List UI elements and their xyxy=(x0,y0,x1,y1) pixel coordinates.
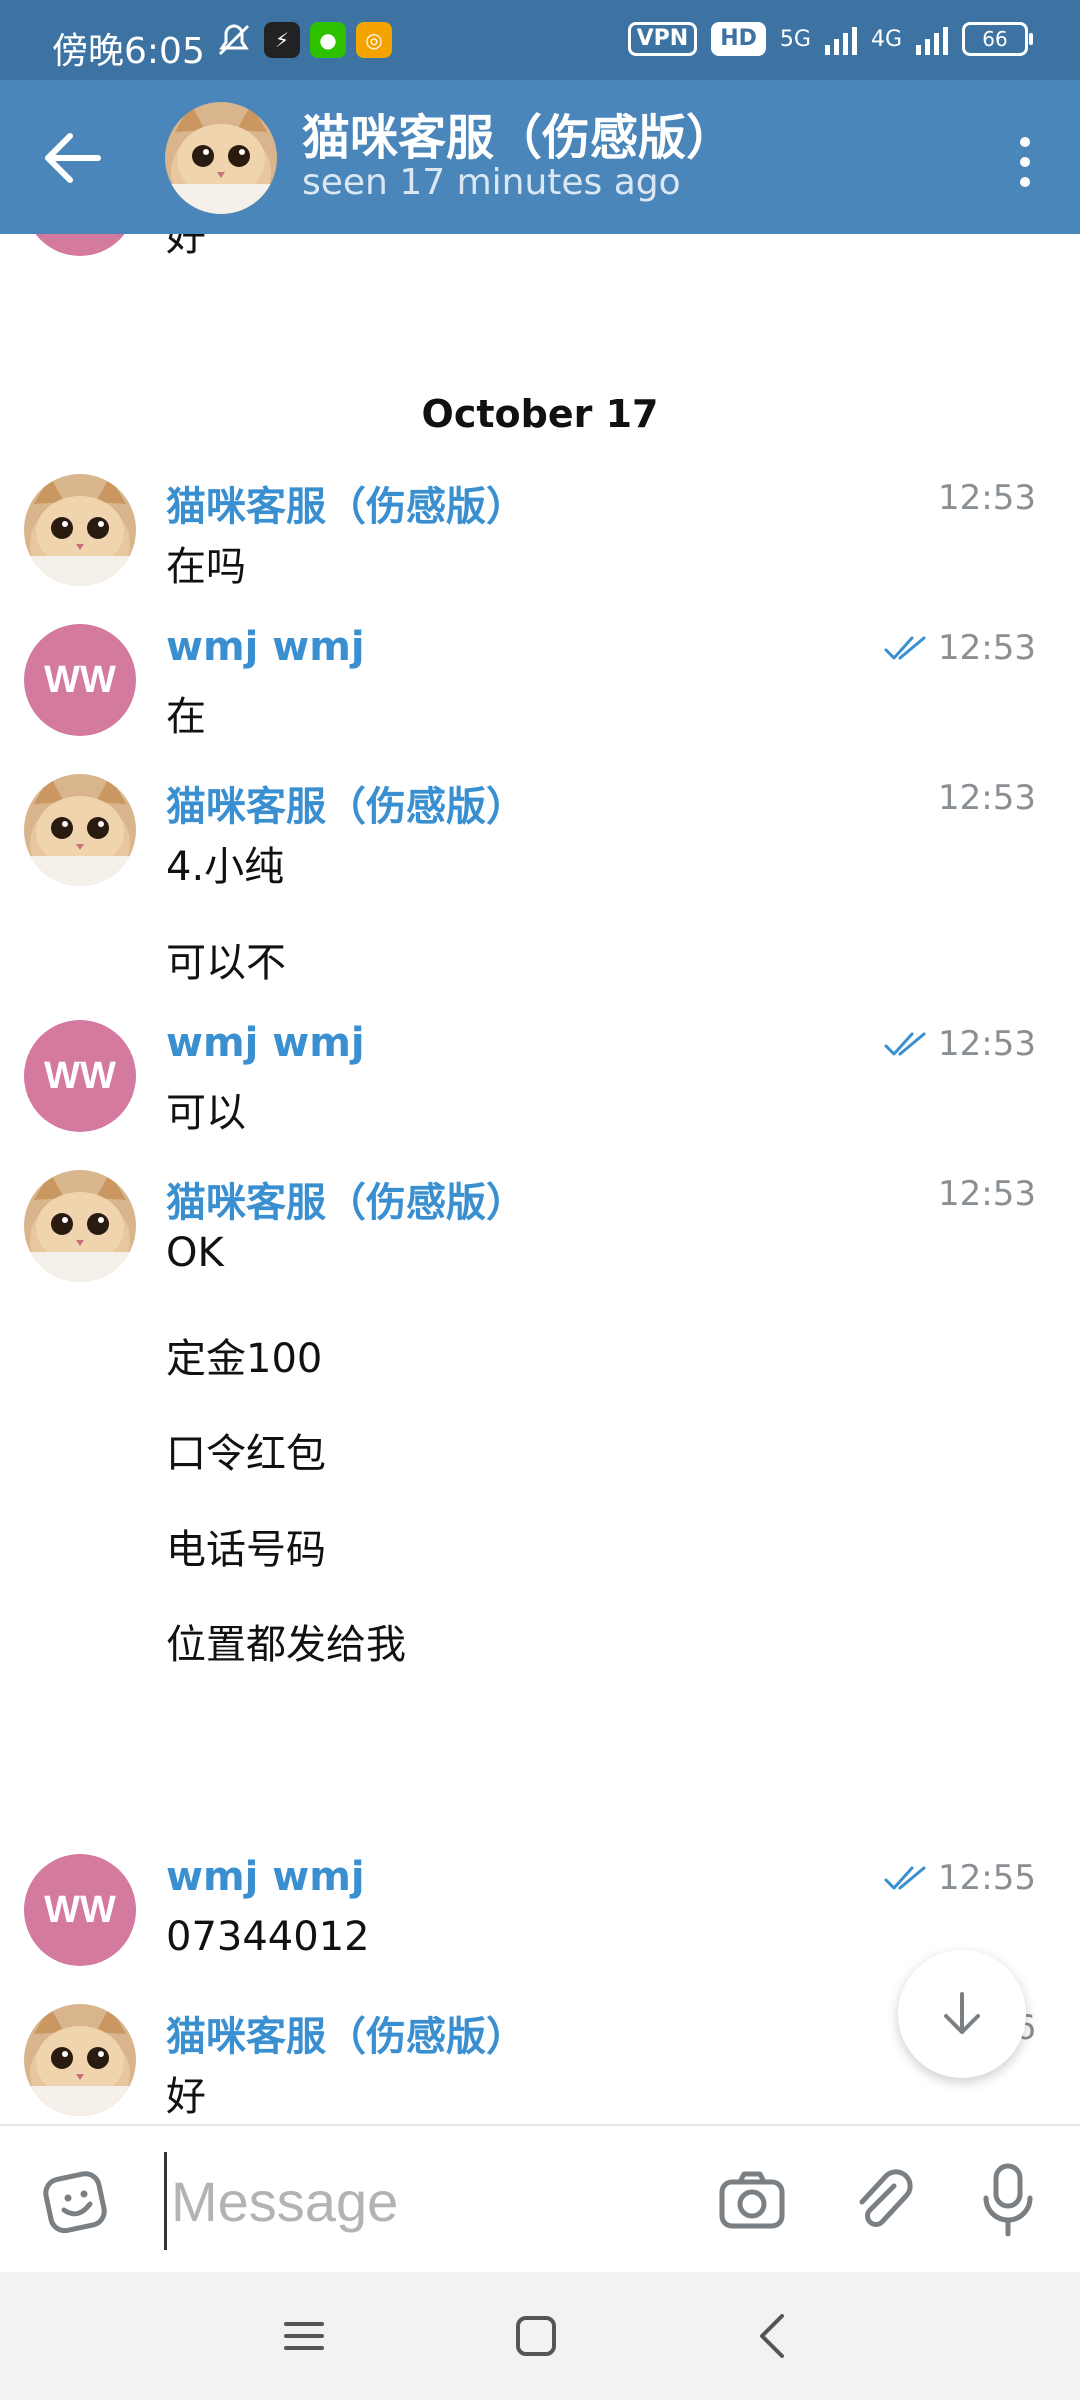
chat-title[interactable]: 猫咪客服（伤感版） xyxy=(302,98,734,168)
message-item[interactable]: 猫咪客服（伤感版） 12:53 在吗 xyxy=(0,474,1080,594)
message-sender[interactable]: 猫咪客服（伤感版） xyxy=(166,774,526,832)
date-separator: October 17 xyxy=(421,392,659,436)
message-sender[interactable]: 猫咪客服（伤感版） xyxy=(166,2004,526,2062)
message-text: 定金100 xyxy=(166,1336,323,1382)
message-sender[interactable]: 猫咪客服（伤感版） xyxy=(166,474,526,532)
message-input-bar xyxy=(0,2124,1080,2274)
message-meta: 12:53 xyxy=(938,1174,1036,1214)
message-item[interactable]: 猫咪客服（伤感版） 12:53 4.小纯可以不 xyxy=(0,774,1080,990)
double-check-icon xyxy=(884,636,926,660)
message-text: 好 xyxy=(166,234,206,260)
message-item[interactable]: 猫咪客服（伤感版） 12:53 OK 定金100 口令红包电话号码位置都发给我 xyxy=(0,1170,1080,1672)
message-text: 在吗 xyxy=(166,544,246,590)
status-right-icons: VPN HD 5G 4G 66 xyxy=(627,22,1033,56)
message-item[interactable]: WW wmj wmj 12:53 在 xyxy=(0,624,1080,744)
message-time: 12:53 xyxy=(938,778,1036,818)
microphone-icon[interactable] xyxy=(972,2160,1044,2240)
chat-last-seen: seen 17 minutes ago xyxy=(302,162,681,203)
message-time: 12:53 xyxy=(938,1024,1036,1064)
user-avatar[interactable]: WW xyxy=(24,1020,136,1132)
message-time: 12:55 xyxy=(938,1858,1036,1898)
message-time: 12:53 xyxy=(938,628,1036,668)
home-icon[interactable] xyxy=(512,2312,560,2360)
message-text: 电话号码 xyxy=(166,1527,326,1573)
mute-icon xyxy=(218,24,250,56)
message-sender[interactable]: 猫咪客服（伤感版） xyxy=(166,1170,526,1228)
message-sender[interactable]: wmj wmj xyxy=(166,1854,365,1900)
arrow-down-icon xyxy=(944,1992,980,2034)
message-text: 可以不 xyxy=(166,940,286,986)
message-text: 好 xyxy=(166,2074,206,2120)
message-input[interactable] xyxy=(164,2152,693,2250)
recent-apps-icon[interactable] xyxy=(280,2312,328,2360)
message-time: 12:53 xyxy=(938,1174,1036,1214)
message-meta: 12:53 xyxy=(938,478,1036,518)
camera-icon[interactable] xyxy=(716,2164,788,2236)
wechat-icon: ● xyxy=(310,22,346,58)
message-sender[interactable]: wmj wmj xyxy=(166,1020,365,1066)
status-time: 傍晚6:05 xyxy=(52,31,205,72)
system-navigation-bar xyxy=(0,2272,1080,2400)
app-notification-icon-2: ◎ xyxy=(356,22,392,58)
message-text: OK xyxy=(166,1230,224,1276)
net-5g-label: 5G xyxy=(779,26,811,52)
message-time: 12:53 xyxy=(938,478,1036,518)
user-avatar[interactable]: WW xyxy=(24,624,136,736)
status-bar: 傍晚6:05 ⚡ ● ◎ VPN HD 5G 4G 66 xyxy=(0,0,1080,80)
message-text: 口令红包 xyxy=(166,1431,326,1477)
message-list[interactable]: WWwmj wmj16:29好猫咪客服（伤感版） 12:53 在吗 WW wmj wmj… xyxy=(0,234,1080,2124)
message-text: 位置都发给我 xyxy=(166,1622,406,1668)
cat-avatar[interactable] xyxy=(24,774,136,886)
cat-avatar[interactable] xyxy=(24,2004,136,2116)
signal-icon xyxy=(824,23,857,55)
chat-header: 猫咪客服（伤感版） seen 17 minutes ago xyxy=(0,80,1080,234)
message-item[interactable]: WW wmj wmj 12:55 07344012 xyxy=(0,1854,1080,1974)
message-text: 07344012 xyxy=(166,1914,370,1960)
signal-icon-2 xyxy=(916,23,948,55)
sticker-emoji-icon[interactable] xyxy=(40,2166,112,2238)
message-item[interactable]: WWwmj wmj16:29好 xyxy=(0,234,1080,264)
back-arrow-icon[interactable] xyxy=(40,126,110,190)
chat-avatar[interactable] xyxy=(165,102,277,214)
cat-avatar[interactable] xyxy=(24,1170,136,1282)
user-avatar[interactable]: WW xyxy=(24,234,136,256)
message-item[interactable]: WW wmj wmj 12:53 可以 xyxy=(0,1020,1080,1140)
message-meta: 12:53 xyxy=(938,778,1036,818)
message-text: 可以 xyxy=(166,1090,246,1136)
message-sender[interactable]: wmj wmj xyxy=(166,624,365,670)
vpn-badge: VPN xyxy=(627,22,698,56)
hd-badge: HD xyxy=(711,22,766,56)
more-vertical-icon[interactable] xyxy=(1010,132,1040,192)
attach-icon[interactable] xyxy=(848,2164,920,2236)
battery-level: 66 xyxy=(982,27,1008,51)
double-check-icon xyxy=(884,1866,926,1890)
back-icon[interactable] xyxy=(748,2310,796,2362)
cat-avatar[interactable] xyxy=(24,474,136,586)
app-notification-icon: ⚡ xyxy=(264,22,300,58)
double-check-icon xyxy=(884,1032,926,1056)
user-avatar[interactable]: WW xyxy=(24,1854,136,1966)
scroll-down-button[interactable] xyxy=(898,1950,1026,2078)
status-notification-icons: ⚡ ● ◎ xyxy=(214,20,392,60)
battery-icon: 66 xyxy=(962,22,1033,56)
net-4g-label: 4G xyxy=(870,26,902,52)
message-meta: 12:53 xyxy=(884,628,1036,668)
message-text: 4.小纯 xyxy=(166,844,285,890)
message-text: 在 xyxy=(166,694,206,740)
message-meta: 12:53 xyxy=(884,1024,1036,1064)
message-meta: 12:55 xyxy=(884,1858,1036,1898)
